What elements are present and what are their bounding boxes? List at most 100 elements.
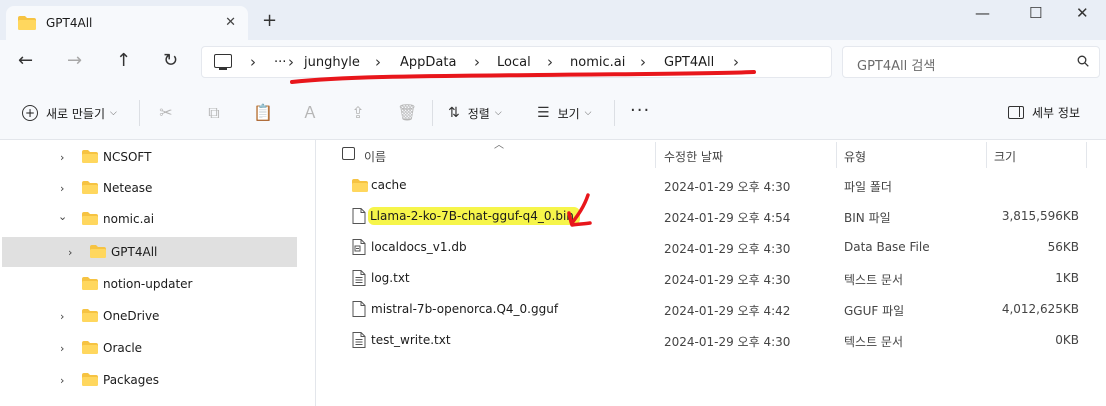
tab-close-button[interactable]: ✕ <box>225 15 236 30</box>
column-divider[interactable] <box>1086 142 1087 168</box>
chevron-right-icon[interactable]: › <box>60 151 64 164</box>
database-file-icon <box>352 239 366 255</box>
file-row[interactable]: cache 2024-01-29 오후 4:30 파일 폴더 <box>316 170 1106 201</box>
folder-icon <box>82 277 98 290</box>
file-type: 텍스트 문서 <box>844 273 904 287</box>
toolbar-divider <box>139 100 140 126</box>
file-row[interactable]: Llama-2-ko-7B-chat-gguf-q4_0.bin 2024-01… <box>316 201 1106 232</box>
select-all-checkbox[interactable] <box>342 147 355 160</box>
column-divider[interactable] <box>836 142 837 168</box>
file-row[interactable]: mistral-7b-openorca.Q4_0.gguf 2024-01-29… <box>316 294 1106 325</box>
new-button-label: 새로 만들기 <box>46 106 106 121</box>
chevron-right-icon[interactable]: › <box>60 182 64 195</box>
tab-title: GPT4All <box>46 16 93 30</box>
folder-icon <box>82 373 98 386</box>
new-tab-button[interactable]: + <box>262 10 277 31</box>
file-type: BIN 파일 <box>844 211 891 225</box>
chevron-down-icon[interactable]: ⌄ <box>58 210 67 223</box>
sort-button-label: 정렬 <box>467 106 490 121</box>
breadcrumb-separator[interactable]: › <box>250 53 256 71</box>
column-header-type[interactable]: 유형 <box>844 148 866 165</box>
sidebar-item-label: nomic.ai <box>103 212 155 226</box>
column-divider[interactable] <box>986 142 987 168</box>
delete-icon[interactable]: 🗑 <box>397 104 417 122</box>
column-header-modified[interactable]: 수정한 날짜 <box>664 148 723 165</box>
folder-icon <box>18 16 36 30</box>
text-file-icon <box>352 270 366 286</box>
column-header-size[interactable]: 크기 <box>994 148 1016 165</box>
file-name: Llama-2-ko-7B-chat-gguf-q4_0.bin <box>368 207 580 225</box>
file-row[interactable]: localdocs_v1.db 2024-01-29 오후 4:30 Data … <box>316 232 1106 263</box>
search-box[interactable]: GPT4All 검색 <box>842 46 1100 78</box>
this-pc-icon[interactable] <box>214 54 232 70</box>
sidebar-item-nomic-ai[interactable]: ⌄ nomic.ai <box>0 204 298 234</box>
sidebar-item-onedrive[interactable]: › OneDrive <box>0 301 298 331</box>
text-file-icon <box>352 332 366 348</box>
title-bar: GPT4All ✕ + — ☐ ✕ <box>0 0 1106 40</box>
minimize-button[interactable]: — <box>975 4 990 22</box>
sidebar-item-notion-updater[interactable]: notion-updater <box>0 269 298 299</box>
paste-icon[interactable]: 📋 <box>253 104 273 122</box>
forward-button[interactable]: → <box>67 50 82 71</box>
file-size: 4,012,625KB <box>1001 302 1079 316</box>
file-date: 2024-01-29 오후 4:54 <box>664 211 791 225</box>
folder-icon <box>82 181 98 194</box>
column-divider[interactable] <box>655 142 656 168</box>
close-window-button[interactable]: ✕ <box>1076 4 1089 22</box>
red-underline-annotation <box>290 70 756 84</box>
view-icon: ☰ <box>537 105 550 121</box>
view-button-label: 보기 <box>557 106 580 121</box>
file-row[interactable]: test_write.txt 2024-01-29 오후 4:30 텍스트 문서… <box>316 325 1106 356</box>
tab-gpt4all[interactable]: GPT4All ✕ <box>6 6 248 40</box>
view-button[interactable]: ☰ 보기 ⌵ <box>537 99 591 127</box>
file-type: 텍스트 문서 <box>844 335 904 349</box>
details-pane-button[interactable]: 세부 정보 <box>1008 104 1080 121</box>
file-date: 2024-01-29 오후 4:42 <box>664 304 791 318</box>
sidebar-item-label: Netease <box>103 181 153 195</box>
chevron-right-icon[interactable]: › <box>60 342 64 355</box>
folder-icon <box>82 150 98 163</box>
sort-button[interactable]: ⇅ 정렬 ⌵ <box>448 99 502 127</box>
chevron-down-icon: ⌵ <box>584 108 592 118</box>
chevron-right-icon[interactable]: › <box>60 374 64 387</box>
up-button[interactable]: ↑ <box>116 50 131 71</box>
file-name: cache <box>371 178 407 192</box>
chevron-right-icon[interactable]: › <box>60 310 64 323</box>
navigation-pane: › NCSOFT › Netease ⌄ nomic.ai › GPT4All … <box>0 140 304 406</box>
sidebar-item-netease[interactable]: › Netease <box>0 173 298 203</box>
file-size: 3,815,596KB <box>1001 209 1079 223</box>
command-bar: + 새로 만들기 ⌵ ✂ ⧉ 📋 Ａ ⇪ 🗑 ⇅ 정렬 ⌵ ☰ 보기 ⌵ ···… <box>0 86 1106 140</box>
refresh-button[interactable]: ↻ <box>163 50 178 71</box>
search-input[interactable]: GPT4All 검색 <box>857 55 935 74</box>
sidebar-scrollbar[interactable] <box>304 140 316 406</box>
breadcrumb-overflow-button[interactable]: ··· <box>274 55 286 70</box>
share-icon[interactable]: ⇪ <box>349 104 367 122</box>
sidebar-item-ncsoft[interactable]: › NCSOFT <box>0 142 298 172</box>
sidebar-item-packages[interactable]: › Packages <box>0 365 298 395</box>
folder-icon <box>82 341 98 354</box>
sidebar-item-oracle[interactable]: › Oracle <box>0 333 298 363</box>
copy-icon[interactable]: ⧉ <box>205 104 223 122</box>
new-button[interactable]: + 새로 만들기 ⌵ <box>12 99 127 127</box>
file-date: 2024-01-29 오후 4:30 <box>664 242 791 256</box>
toolbar-divider <box>432 100 433 126</box>
file-size: 56KB <box>1047 240 1079 254</box>
file-size: 1KB <box>1055 271 1079 285</box>
chevron-down-icon: ⌵ <box>494 108 502 118</box>
red-arrow-annotation <box>567 193 592 227</box>
details-pane-icon <box>1008 106 1025 119</box>
more-options-button[interactable]: ··· <box>630 100 650 121</box>
sidebar-item-label: Packages <box>103 373 159 387</box>
back-button[interactable]: ← <box>18 50 33 71</box>
cut-icon[interactable]: ✂ <box>157 104 175 122</box>
folder-icon <box>82 309 98 322</box>
rename-icon[interactable]: Ａ <box>301 104 319 122</box>
details-pane-label: 세부 정보 <box>1032 106 1080 120</box>
sidebar-item-gpt4all[interactable]: › GPT4All <box>2 237 297 267</box>
chevron-right-icon[interactable]: › <box>68 246 72 259</box>
highlighted-file-name: Llama-2-ko-7B-chat-gguf-q4_0.bin <box>368 207 580 225</box>
column-header-name[interactable]: 이름 <box>364 148 386 165</box>
maximize-button[interactable]: ☐ <box>1029 4 1042 22</box>
file-icon <box>352 301 366 317</box>
file-row[interactable]: log.txt 2024-01-29 오후 4:30 텍스트 문서 1KB <box>316 263 1106 294</box>
